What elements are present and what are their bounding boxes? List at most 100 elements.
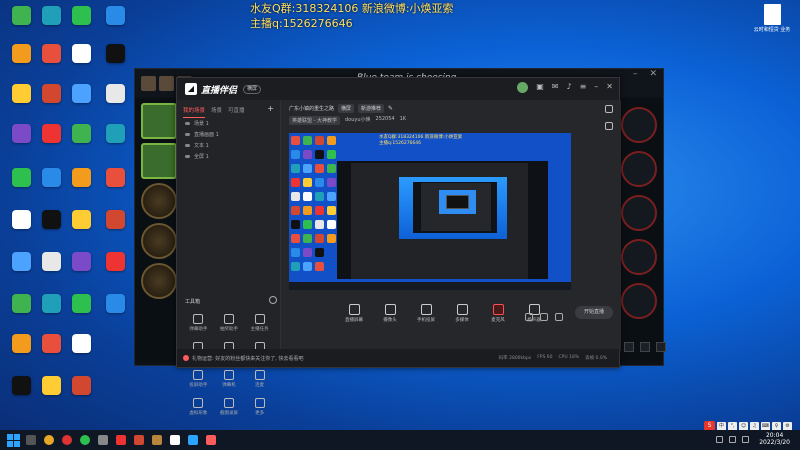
live-mode-badge[interactable]: 横屏 <box>243 84 262 94</box>
desktop-icon[interactable] <box>98 84 132 103</box>
search-icon[interactable] <box>26 435 36 445</box>
record-icon[interactable] <box>525 313 533 321</box>
avatar[interactable] <box>517 82 529 93</box>
browser-icon[interactable] <box>44 435 54 445</box>
media-button[interactable]: 多媒体 <box>449 304 475 323</box>
recorder-icon[interactable] <box>206 435 216 445</box>
close-icon[interactable]: ✕ <box>649 69 657 79</box>
tool-danmu[interactable]: 弹幕助手 <box>183 314 214 332</box>
gear-icon[interactable] <box>555 313 563 321</box>
battery-icon[interactable] <box>742 435 750 443</box>
settings-icon[interactable] <box>640 342 650 352</box>
close-icon[interactable]: ✕ <box>606 82 613 93</box>
gift-icon[interactable]: ▣ <box>536 82 544 93</box>
tool-icon[interactable] <box>188 435 198 445</box>
app-icon[interactable] <box>116 435 126 445</box>
add-scene-icon[interactable]: + <box>267 105 274 118</box>
tool-more[interactable]: 更多 <box>244 398 275 416</box>
microphone-button[interactable]: 麦克风 <box>485 304 511 323</box>
more-tools-icon[interactable] <box>269 296 277 304</box>
eye-icon[interactable] <box>185 133 190 136</box>
desktop-icon[interactable] <box>4 294 38 313</box>
desktop-icon[interactable] <box>34 294 68 313</box>
desktop-icon[interactable] <box>64 294 98 313</box>
fullscreen-icon[interactable] <box>605 122 613 130</box>
status-tip[interactable]: 礼物运营: 好友的粉丝都快来关注你了, 快去看看吧 <box>192 355 303 362</box>
scene-item[interactable]: 直播画面 1 <box>177 129 280 140</box>
microphone-icon[interactable] <box>656 342 666 352</box>
streaming-app-window[interactable]: ◢ 直播伴侣 横屏 ▣ ✉ ♪ ≡ – ✕ 我的场景 场景 可直播 + 场景 1… <box>176 77 621 416</box>
settings-icon[interactable] <box>605 105 613 113</box>
tool-cast[interactable]: 投屏助手 <box>183 370 214 388</box>
tab-scenes[interactable]: 场景 <box>211 106 222 118</box>
desktop-icon[interactable] <box>64 6 98 25</box>
desktop-icon[interactable] <box>4 124 38 143</box>
tool-linkmic[interactable]: 连麦 <box>244 370 275 388</box>
desktop-icon[interactable] <box>34 84 68 103</box>
desktop-icon[interactable] <box>4 84 38 103</box>
eye-icon[interactable] <box>185 144 190 147</box>
league-icon[interactable] <box>152 435 162 445</box>
room-title[interactable]: 广东小镇的重生之路 <box>289 105 334 112</box>
desktop-icon[interactable] <box>64 334 98 353</box>
desktop-icon[interactable] <box>64 376 98 395</box>
eye-icon[interactable] <box>540 313 548 321</box>
chat-icon[interactable] <box>624 342 634 352</box>
folder-icon[interactable] <box>98 435 108 445</box>
category-pill[interactable]: 新游推荐 <box>358 104 385 113</box>
desktop-icon[interactable] <box>34 6 68 25</box>
chrome-icon[interactable] <box>62 435 72 445</box>
stream-app-icon[interactable] <box>170 435 180 445</box>
edit-icon[interactable]: ✎ <box>388 105 393 112</box>
screen-source-button[interactable]: 直播屏幕 <box>341 304 367 323</box>
desktop-icon[interactable] <box>4 252 38 271</box>
stream-preview[interactable]: 水友Q群:318324106 新浪微博:小焕亚索 主播q:1526276646 <box>289 133 571 290</box>
desktop-icon[interactable] <box>4 376 38 395</box>
desktop-icon-document[interactable]: 云时和恒贷 业务 <box>752 4 792 33</box>
mode-pill[interactable]: 横屏 <box>338 104 355 113</box>
desktop-icon[interactable] <box>34 252 68 271</box>
menu-icon[interactable]: ≡ <box>580 82 587 93</box>
channel-name[interactable]: 英雄联盟 - 大神教学 <box>289 116 340 125</box>
scene-item[interactable]: 全屏 1 <box>177 151 280 162</box>
bell-icon[interactable]: ♪ <box>566 82 571 93</box>
desktop-icon[interactable] <box>64 252 98 271</box>
desktop-icon[interactable] <box>98 6 132 25</box>
mail-icon[interactable]: ✉ <box>552 82 559 93</box>
desktop-icon[interactable] <box>64 168 98 187</box>
desktop-icon[interactable] <box>98 294 132 313</box>
desktop-icon[interactable] <box>64 44 98 63</box>
tool-avatar[interactable]: 虚拟形象 <box>183 398 214 416</box>
clock[interactable]: 20:04 2022/3/20 <box>759 432 790 446</box>
desktop-icon[interactable] <box>4 168 38 187</box>
desktop-icon[interactable] <box>64 84 98 103</box>
tool-danmu-machine[interactable]: 弹幕机 <box>214 370 245 388</box>
desktop-icon[interactable] <box>34 334 68 353</box>
desktop-icon[interactable] <box>34 168 68 187</box>
eye-icon[interactable] <box>185 155 190 158</box>
desktop-icon[interactable] <box>4 44 38 63</box>
minimize-icon[interactable]: – <box>594 82 598 93</box>
game-client-icon[interactable] <box>134 435 144 445</box>
desktop-icon[interactable] <box>4 6 38 25</box>
desktop-icon[interactable] <box>98 252 132 271</box>
eye-icon[interactable] <box>185 122 190 125</box>
desktop-icon[interactable] <box>98 44 132 63</box>
desktop-icon[interactable] <box>34 124 68 143</box>
start-live-button[interactable]: 开始直播 <box>575 306 613 319</box>
camera-button[interactable]: 摄像头 <box>377 304 403 323</box>
desktop-icon[interactable] <box>4 210 38 229</box>
tool-record[interactable]: 截图录屏 <box>214 398 245 416</box>
desktop-icon[interactable] <box>34 44 68 63</box>
scene-item[interactable]: 文本 1 <box>177 140 280 151</box>
desktop-icon[interactable] <box>98 168 132 187</box>
desktop-icon[interactable] <box>4 334 38 353</box>
tool-lottery[interactable]: 抽奖助手 <box>214 314 245 332</box>
phone-cast-button[interactable]: 手机投屏 <box>413 304 439 323</box>
minimize-icon[interactable]: – <box>633 69 638 79</box>
desktop-icon[interactable] <box>98 124 132 143</box>
desktop-icon[interactable] <box>64 124 98 143</box>
desktop-icon[interactable] <box>64 210 98 229</box>
tab-my-scenes[interactable]: 我的场景 <box>183 106 206 118</box>
desktop-icon[interactable] <box>98 210 132 229</box>
